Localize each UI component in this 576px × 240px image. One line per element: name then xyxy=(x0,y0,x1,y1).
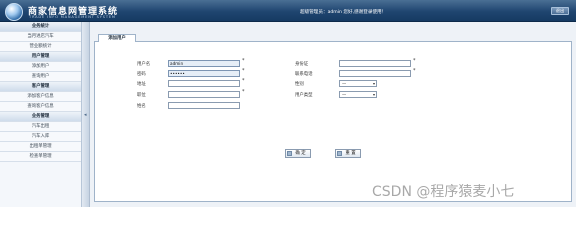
form-panel: 用户名 admin * 密码 •••••• * 地址 * 职位 * 姓名 身份证… xyxy=(94,42,572,202)
position-input[interactable] xyxy=(168,91,240,98)
logout-button[interactable]: 退出 xyxy=(551,7,569,15)
username-label: 用户名 xyxy=(137,62,151,67)
name-label: 姓名 xyxy=(137,104,146,109)
username-input[interactable]: admin xyxy=(168,60,240,67)
sidebar-head-business-management[interactable]: 业务管理 xyxy=(0,112,81,122)
watermark-text: CSDN @程序猿麦小七 xyxy=(372,184,515,200)
chevron-down-icon: ▾ xyxy=(372,92,375,97)
sidebar-item-revenue-stats[interactable]: 营业额统计 xyxy=(0,42,81,52)
address-required-mark: * xyxy=(242,78,245,84)
username-required-mark: * xyxy=(242,58,245,64)
password-label: 密码 xyxy=(137,72,146,77)
sidebar-item-car-rental[interactable]: 汽车出租 xyxy=(0,122,81,132)
main-content: 添加用户 用户名 admin * 密码 •••••• * 地址 * 职位 * 姓… xyxy=(90,22,576,207)
position-label: 职位 xyxy=(137,93,146,98)
reset-button-label: 重 置 xyxy=(345,151,356,156)
phone-required-mark: * xyxy=(413,68,416,74)
idcard-label: 身份证 xyxy=(295,62,309,67)
sidebar-head-user-management[interactable]: 用户管理 xyxy=(0,52,81,62)
sidebar-splitter[interactable]: ◂ xyxy=(82,22,90,207)
chevron-down-icon: ▾ xyxy=(372,81,375,86)
usertype-select-value: — xyxy=(342,92,347,97)
idcard-required-mark: * xyxy=(413,58,416,64)
gender-select[interactable]: — ▾ xyxy=(339,80,377,87)
sidebar-item-car-storage[interactable]: 汽车入库 xyxy=(0,132,81,142)
sidebar-head-business-stats[interactable]: 业务统计 xyxy=(0,22,81,32)
position-required-mark: * xyxy=(242,89,245,95)
idcard-input[interactable] xyxy=(339,60,411,67)
app-subtitle: TRADE INFO MANAGEMENT SYSTEM xyxy=(29,15,116,19)
usertype-select[interactable]: — ▾ xyxy=(339,91,377,98)
phone-input[interactable] xyxy=(339,70,411,77)
confirm-icon xyxy=(287,151,292,156)
submit-button[interactable]: 确 定 xyxy=(285,149,311,158)
password-required-mark: * xyxy=(242,68,245,74)
sidebar-item-rental-orders[interactable]: 出租单管理 xyxy=(0,142,81,152)
phone-label: 联系电话 xyxy=(295,72,313,77)
usertype-label: 用户类型 xyxy=(295,93,313,98)
sidebar-item-query-customer[interactable]: 查询客户信息 xyxy=(0,102,81,112)
submit-button-label: 确 定 xyxy=(295,151,306,156)
sidebar: 业务统计 当月进店汽车 营业额统计 用户管理 添加用户 查询用户 客户管理 添加… xyxy=(0,22,82,207)
address-input[interactable] xyxy=(168,80,240,87)
sidebar-item-inspection-orders[interactable]: 检查单管理 xyxy=(0,152,81,162)
name-input[interactable] xyxy=(168,102,240,109)
address-label: 地址 xyxy=(137,82,146,87)
sidebar-item-monthly-cars[interactable]: 当月进店汽车 xyxy=(0,32,81,42)
sidebar-item-query-user[interactable]: 查询用户 xyxy=(0,72,81,82)
collapse-arrow-icon[interactable]: ◂ xyxy=(84,112,87,118)
sidebar-head-customer-management[interactable]: 客户管理 xyxy=(0,82,81,92)
reset-button[interactable]: 重 置 xyxy=(335,149,361,158)
reset-icon xyxy=(337,151,342,156)
password-input[interactable]: •••••• xyxy=(168,70,240,77)
gender-select-value: — xyxy=(342,81,347,86)
tab-bar: 添加用户 xyxy=(94,32,572,43)
logo-icon xyxy=(5,3,23,21)
gender-label: 性别 xyxy=(295,82,304,87)
sidebar-item-add-customer[interactable]: 添加客户信息 xyxy=(0,92,81,102)
app-header: 商家信息网管理系统 TRADE INFO MANAGEMENT SYSTEM 超… xyxy=(0,0,576,22)
sidebar-item-add-user[interactable]: 添加用户 xyxy=(0,62,81,72)
welcome-text: 超级管理员：admin 您好,感谢登录使用！ xyxy=(300,10,387,15)
